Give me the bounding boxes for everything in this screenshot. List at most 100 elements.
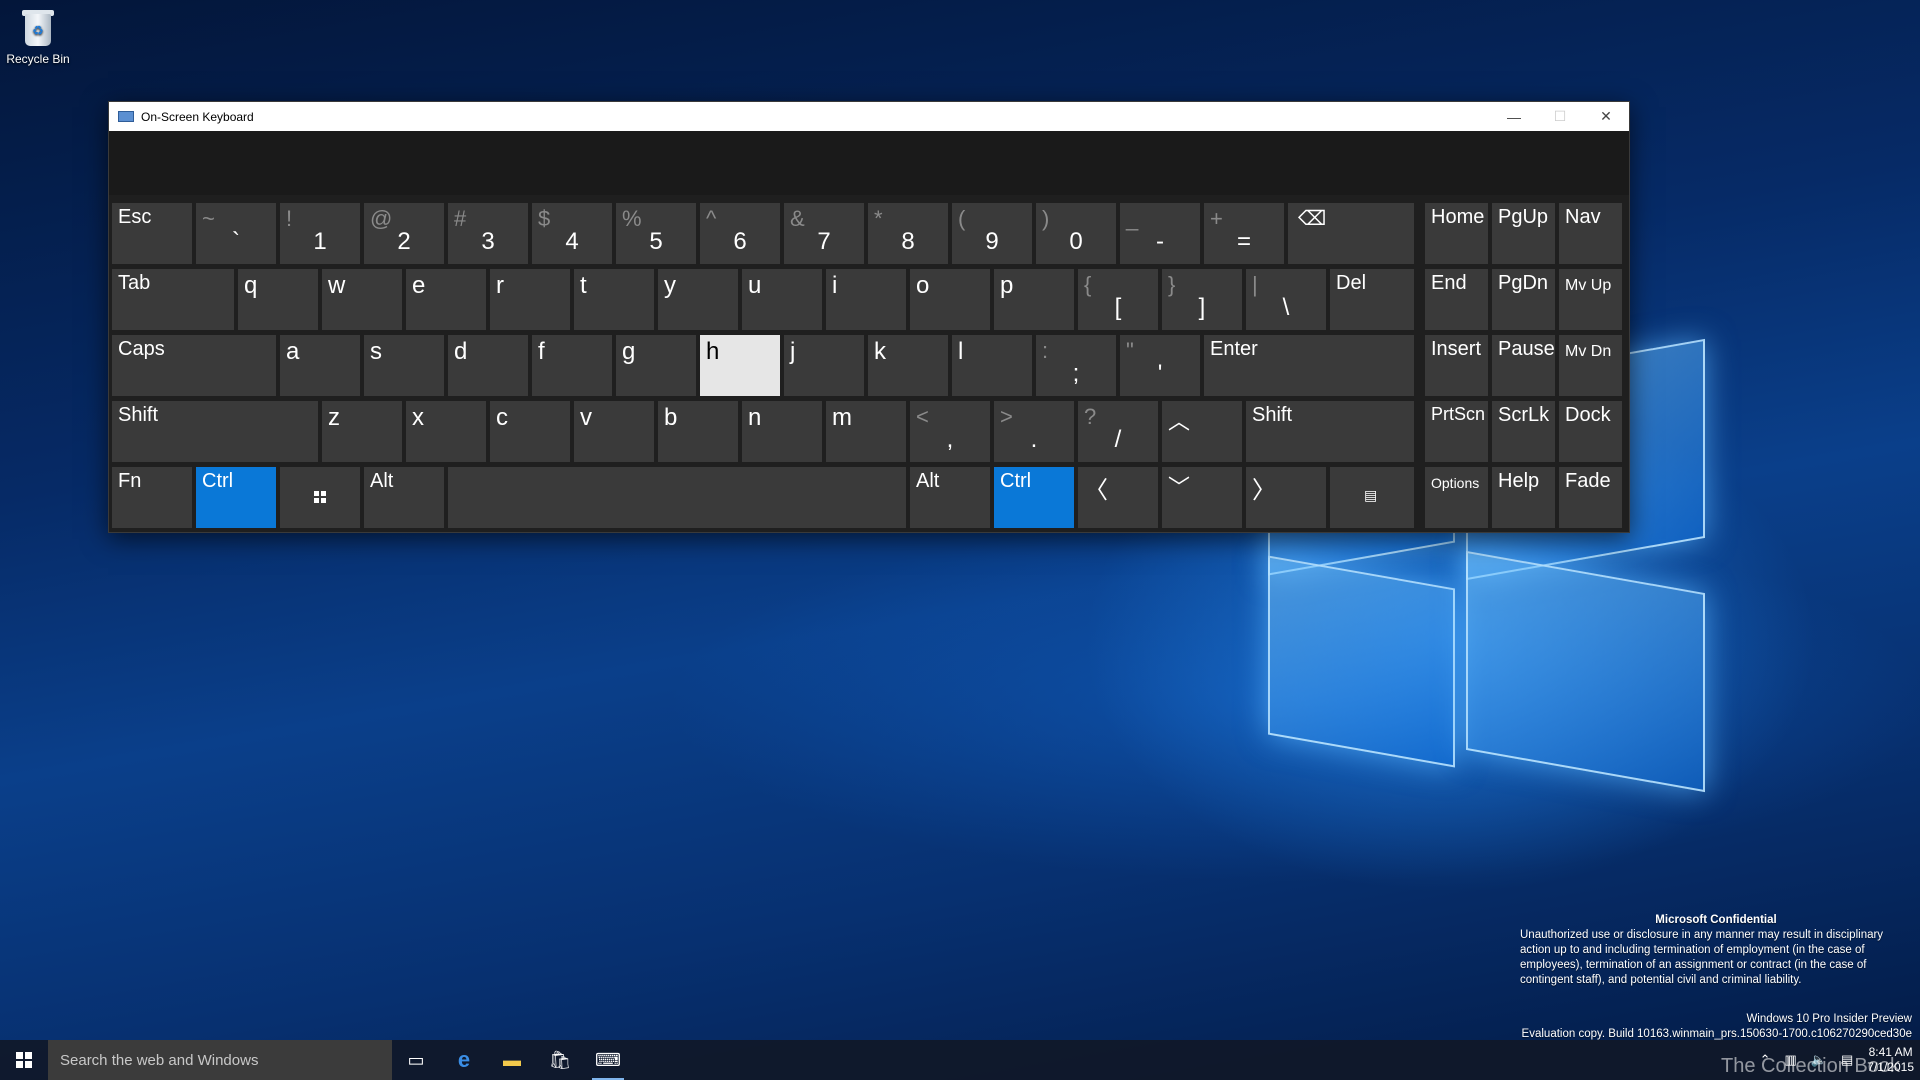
key-i[interactable]: i xyxy=(826,269,906,330)
key-5[interactable]: % 5 xyxy=(616,203,696,264)
key-z[interactable]: z xyxy=(322,401,402,462)
key-move-up[interactable]: Mv Up xyxy=(1559,269,1622,330)
key-backtick[interactable]: ~ ` xyxy=(196,203,276,264)
key-caps[interactable]: Caps xyxy=(112,335,276,396)
key-down-arrow[interactable]: ﹀ xyxy=(1162,467,1242,528)
key-b[interactable]: b xyxy=(658,401,738,462)
key-pgdn[interactable]: PgDn xyxy=(1492,269,1555,330)
key-fade[interactable]: Fade xyxy=(1559,467,1622,528)
key-h[interactable]: h xyxy=(700,335,780,396)
key-k[interactable]: k xyxy=(868,335,948,396)
key-9[interactable]: (9 xyxy=(952,203,1032,264)
key-ctrl-left[interactable]: Ctrl xyxy=(196,467,276,528)
key-enter[interactable]: Enter xyxy=(1204,335,1414,396)
key-r[interactable]: r xyxy=(490,269,570,330)
key-w[interactable]: w xyxy=(322,269,402,330)
key-6[interactable]: ^ 6 xyxy=(700,203,780,264)
recycle-bin[interactable]: ♻ Recycle Bin xyxy=(6,8,70,66)
key-2[interactable]: @2 xyxy=(364,203,444,264)
key-ctrl-right[interactable]: Ctrl xyxy=(994,467,1074,528)
key-insert[interactable]: Insert xyxy=(1425,335,1488,396)
key-windows[interactable] xyxy=(280,467,360,528)
file-explorer-icon[interactable]: ▬ xyxy=(488,1040,536,1080)
key-s[interactable]: s xyxy=(364,335,444,396)
key-pgup[interactable]: PgUp xyxy=(1492,203,1555,264)
key-dock[interactable]: Dock xyxy=(1559,401,1622,462)
on-screen-keyboard-window: On-Screen Keyboard — ☐ ✕ Esc ~ ` ! 1 @2 #3… xyxy=(108,101,1630,533)
key-0[interactable]: ) 0 xyxy=(1036,203,1116,264)
key-prtscn[interactable]: PrtScn xyxy=(1425,401,1488,462)
down-arrow-icon: ﹀ xyxy=(1168,475,1191,500)
key-n[interactable]: n xyxy=(742,401,822,462)
key-semicolon[interactable]: :; xyxy=(1036,335,1116,396)
key-slash[interactable]: ? / xyxy=(1078,401,1158,462)
key-quote[interactable]: " ' xyxy=(1120,335,1200,396)
key-f[interactable]: f xyxy=(532,335,612,396)
key-esc[interactable]: Esc xyxy=(112,203,192,264)
right-arrow-icon: 〉 xyxy=(1252,477,1276,504)
key-a[interactable]: a xyxy=(280,335,360,396)
key-space[interactable] xyxy=(448,467,906,528)
minimize-button[interactable]: — xyxy=(1491,102,1537,131)
close-button[interactable]: ✕ xyxy=(1583,102,1629,131)
key-del[interactable]: Del xyxy=(1330,269,1414,330)
key-j[interactable]: j xyxy=(784,335,864,396)
key-l[interactable]: l xyxy=(952,335,1032,396)
key-backspace[interactable]: ⌫ xyxy=(1288,203,1414,264)
key-v[interactable]: v xyxy=(574,401,654,462)
key-period[interactable]: >. xyxy=(994,401,1074,462)
key-alt-right[interactable]: Alt xyxy=(910,467,990,528)
key-equals[interactable]: + = xyxy=(1204,203,1284,264)
key-nav[interactable]: Nav xyxy=(1559,203,1622,264)
task-view-icon[interactable]: ▭ xyxy=(392,1040,440,1080)
key-u[interactable]: u xyxy=(742,269,822,330)
store-icon[interactable]: 🛍 xyxy=(536,1040,584,1080)
key-right-bracket[interactable]: }] xyxy=(1162,269,1242,330)
key-4[interactable]: $4 xyxy=(532,203,612,264)
key-pause[interactable]: Pause xyxy=(1492,335,1555,396)
key-comma[interactable]: <, xyxy=(910,401,990,462)
key-shift-left[interactable]: Shift xyxy=(112,401,318,462)
key-t[interactable]: t xyxy=(574,269,654,330)
key-backslash[interactable]: | \ xyxy=(1246,269,1326,330)
key-left-arrow[interactable]: 〈 xyxy=(1078,467,1158,528)
key-tab[interactable]: Tab xyxy=(112,269,234,330)
key-end[interactable]: End xyxy=(1425,269,1488,330)
edge-icon[interactable]: e xyxy=(440,1040,488,1080)
recycle-bin-label: Recycle Bin xyxy=(6,52,70,66)
key-shift-right[interactable]: Shift xyxy=(1246,401,1414,462)
key-8[interactable]: * 8 xyxy=(868,203,948,264)
on-screen-keyboard-icon[interactable]: ⌨ xyxy=(584,1040,632,1080)
key-home[interactable]: Home xyxy=(1425,203,1488,264)
key-left-bracket[interactable]: {[ xyxy=(1078,269,1158,330)
key-e[interactable]: e xyxy=(406,269,486,330)
key-1[interactable]: ! 1 xyxy=(280,203,360,264)
key-right-arrow[interactable]: 〉 xyxy=(1246,467,1326,528)
key-m[interactable]: m xyxy=(826,401,906,462)
start-button[interactable] xyxy=(0,1040,48,1080)
key-y[interactable]: y xyxy=(658,269,738,330)
key-x[interactable]: x xyxy=(406,401,486,462)
key-options[interactable]: Options xyxy=(1425,467,1488,528)
key-7[interactable]: & 7 xyxy=(784,203,864,264)
key-minus[interactable]: _ - xyxy=(1120,203,1200,264)
key-move-down[interactable]: Mv Dn xyxy=(1559,335,1622,396)
key-c[interactable]: c xyxy=(490,401,570,462)
search-box[interactable]: Search the web and Windows xyxy=(48,1040,392,1080)
key-q[interactable]: q xyxy=(238,269,318,330)
key-d[interactable]: d xyxy=(448,335,528,396)
maximize-button[interactable]: ☐ xyxy=(1537,102,1583,131)
key-alt-left[interactable]: Alt xyxy=(364,467,444,528)
key-help[interactable]: Help xyxy=(1492,467,1555,528)
key-g[interactable]: g xyxy=(616,335,696,396)
key-o[interactable]: o xyxy=(910,269,990,330)
key-menu[interactable]: ▤ xyxy=(1330,467,1414,528)
key-up-arrow[interactable]: ︿ xyxy=(1162,401,1242,462)
key-p[interactable]: p xyxy=(994,269,1074,330)
key-scrlk[interactable]: ScrLk xyxy=(1492,401,1555,462)
watermark-edition: Windows 10 Pro Insider Preview xyxy=(1746,1013,1912,1025)
key-3[interactable]: #3 xyxy=(448,203,528,264)
title-bar[interactable]: On-Screen Keyboard — ☐ ✕ xyxy=(109,102,1629,131)
key-fn[interactable]: Fn xyxy=(112,467,192,528)
windows-logo-pane xyxy=(1466,550,1705,793)
